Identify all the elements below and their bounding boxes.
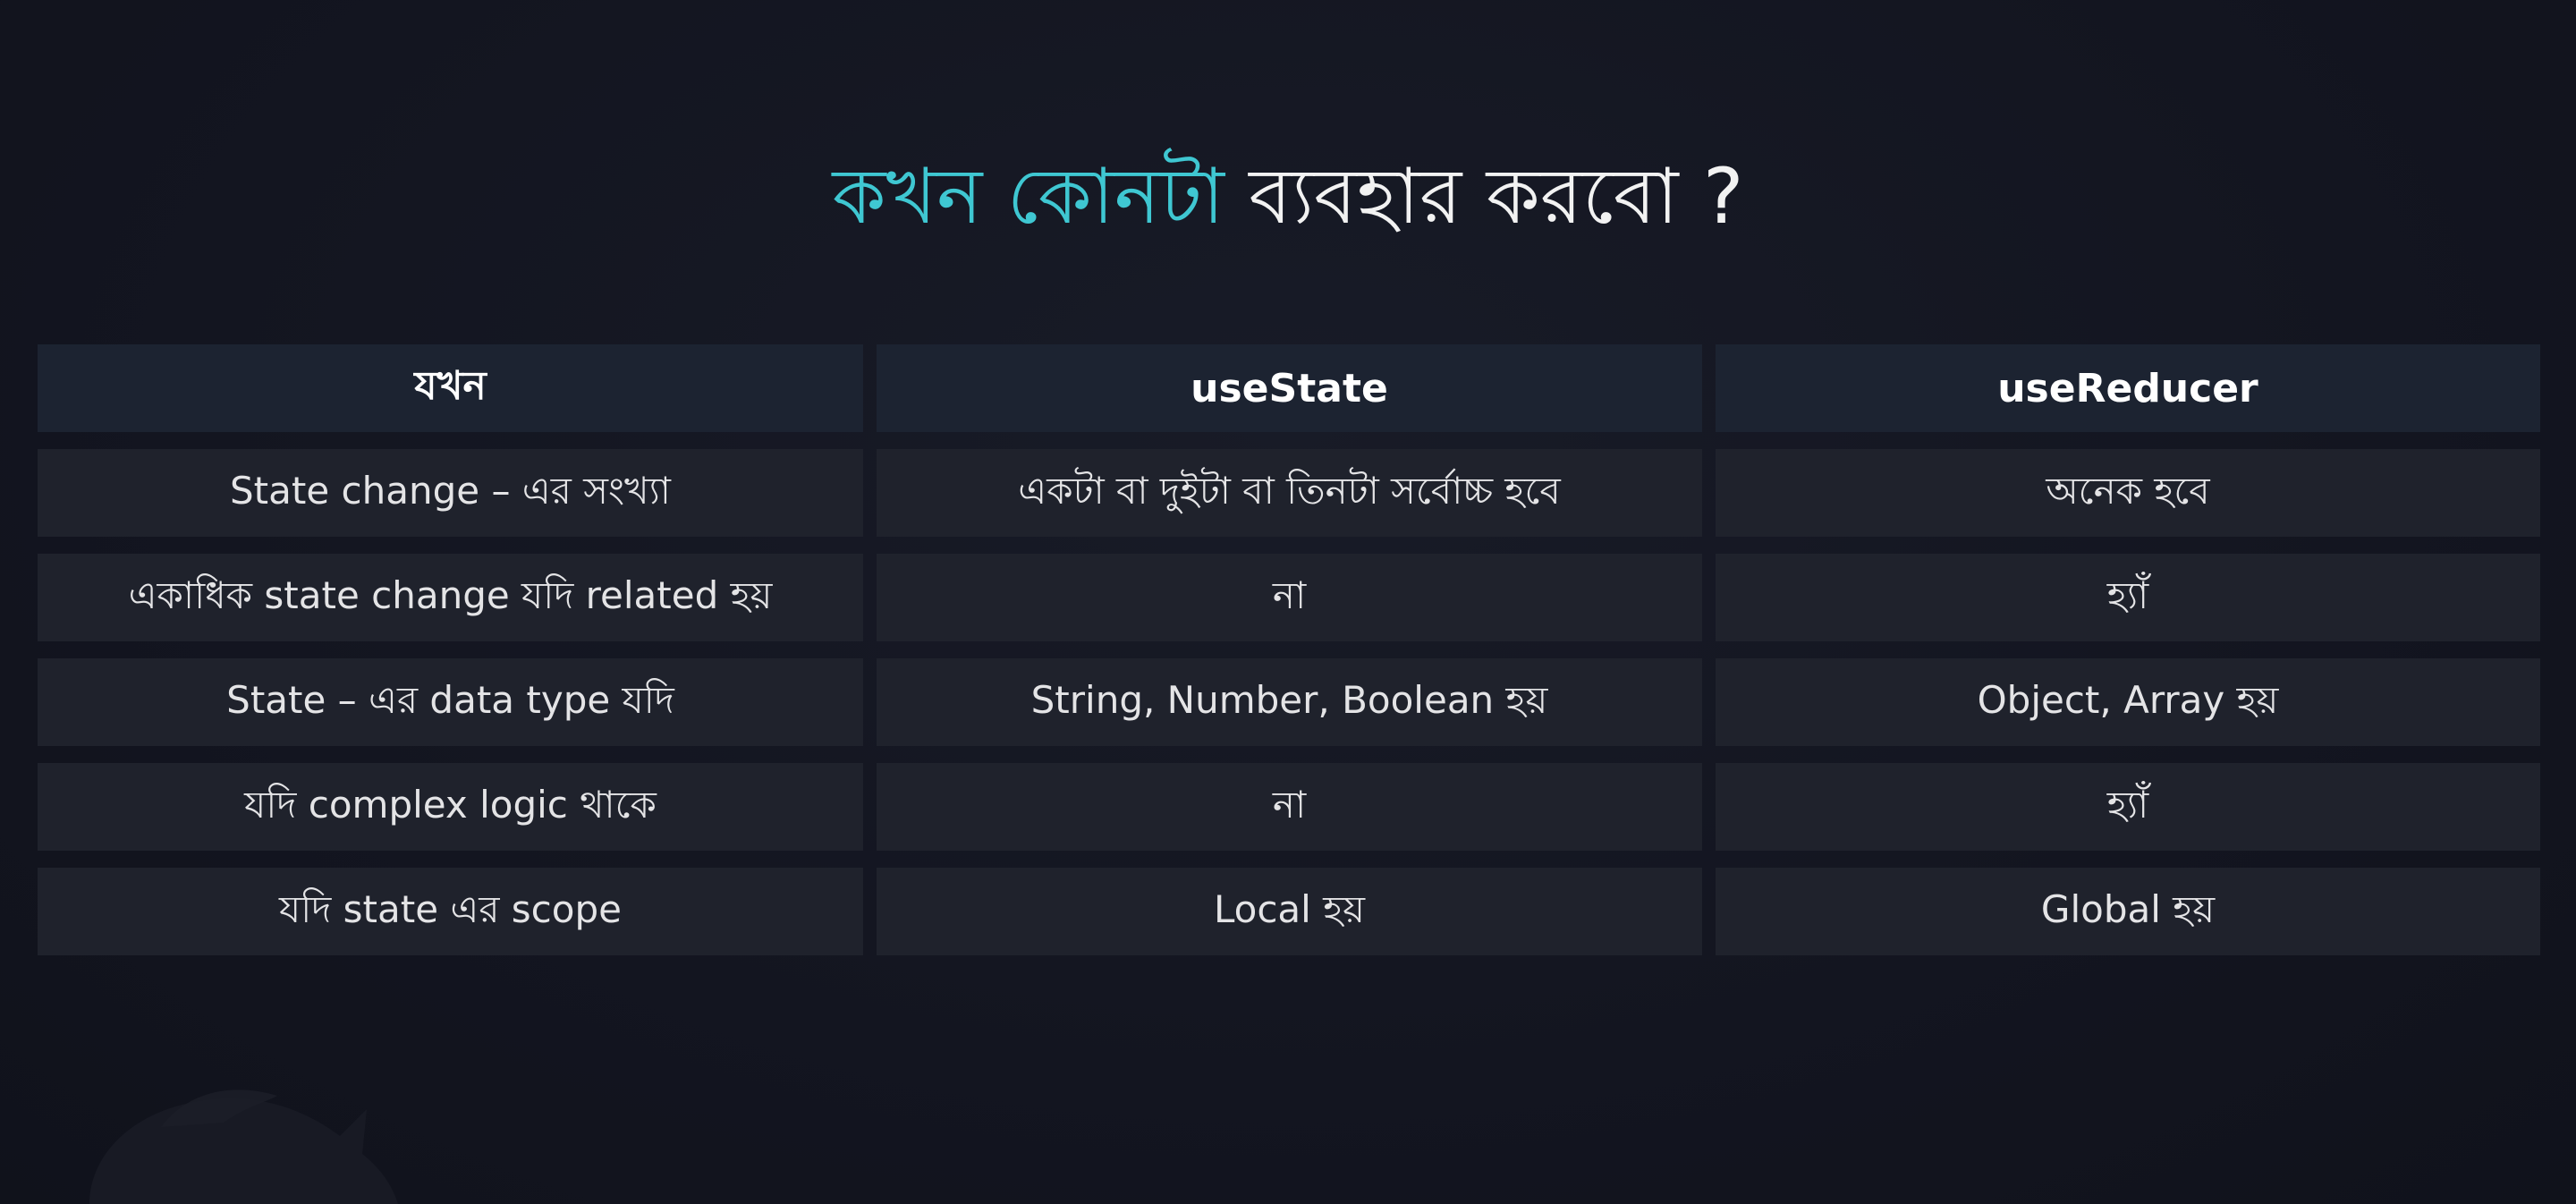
- header-when: যখন: [38, 344, 863, 432]
- row-condition: State change – এর সংখ্যা: [38, 449, 863, 537]
- table-header-row: যখন useState useReducer: [38, 344, 2540, 432]
- logo-watermark-icon: [89, 1090, 398, 1204]
- row-usereducer-value: Global হয়: [1716, 868, 2540, 955]
- row-usestate-value: একটা বা দুইটা বা তিনটা সর্বোচ্চ হবে: [877, 449, 1702, 537]
- slide-title: কখন কোনটা ব্যবহার করবো ?: [0, 143, 2576, 250]
- row-usestate-value: Local হয়: [877, 868, 1702, 955]
- row-condition: একাধিক state change যদি related হয়: [38, 554, 863, 641]
- row-usereducer-value: অনেক হবে: [1716, 449, 2540, 537]
- title-accent: কখন কোনটা: [832, 152, 1224, 242]
- table-row: যদি complex logic থাকে না হ্যাঁ: [38, 763, 2540, 851]
- row-usestate-value: না: [877, 554, 1702, 641]
- table-row: State change – এর সংখ্যা একটা বা দুইটা ব…: [38, 449, 2540, 537]
- row-usestate-value: String, Number, Boolean হয়: [877, 658, 1702, 746]
- row-condition: State – এর data type যদি: [38, 658, 863, 746]
- header-usestate: useState: [877, 344, 1702, 432]
- table-row: একাধিক state change যদি related হয় না হ…: [38, 554, 2540, 641]
- row-condition: যদি state এর scope: [38, 868, 863, 955]
- row-usereducer-value: হ্যাঁ: [1716, 554, 2540, 641]
- row-usestate-value: না: [877, 763, 1702, 851]
- header-usereducer: useReducer: [1716, 344, 2540, 432]
- comparison-table: যখন useState useReducer State change – এ…: [38, 344, 2540, 972]
- table-row: যদি state এর scope Local হয় Global হয়: [38, 868, 2540, 955]
- table-row: State – এর data type যদি String, Number,…: [38, 658, 2540, 746]
- title-rest: ব্যবহার করবো ?: [1224, 152, 1744, 242]
- row-usereducer-value: হ্যাঁ: [1716, 763, 2540, 851]
- row-condition: যদি complex logic থাকে: [38, 763, 863, 851]
- row-usereducer-value: Object, Array হয়: [1716, 658, 2540, 746]
- slide: কখন কোনটা ব্যবহার করবো ? যখন useState us…: [0, 0, 2576, 1204]
